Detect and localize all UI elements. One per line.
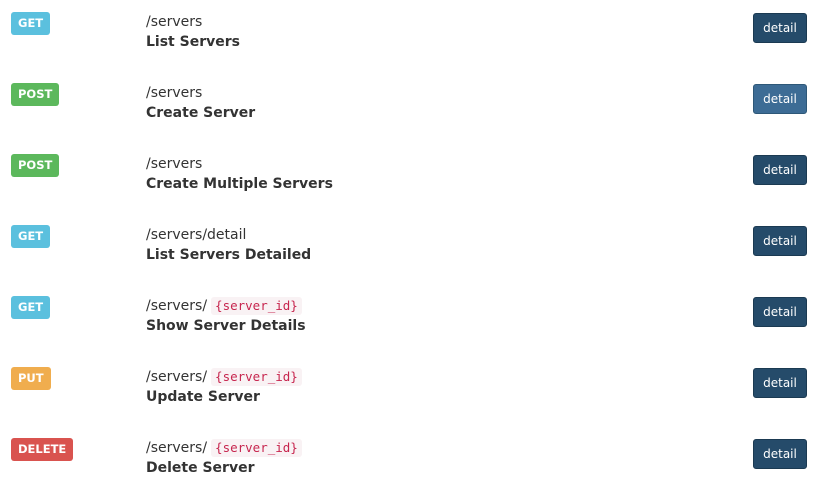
endpoint-title: Create Multiple Servers [146,176,333,192]
detail-button[interactable]: detail [753,13,807,43]
detail-button[interactable]: detail [753,226,807,256]
endpoint-path: /servers/{server_id} [146,297,302,315]
endpoint-list: GET /servers List Servers detail POST /s… [0,0,831,490]
endpoint-path: /servers [146,155,202,173]
endpoint-row: PUT /servers/{server_id} Update Server d… [0,355,831,426]
method-badge: PUT [11,367,51,390]
method-badge: DELETE [11,438,74,461]
endpoint-title: Delete Server [146,460,255,476]
endpoint-row: GET /servers List Servers detail [0,0,831,71]
path-text: /servers/ [146,369,208,385]
endpoint-title: Show Server Details [146,318,306,334]
detail-button[interactable]: detail [753,368,807,398]
endpoint-row: POST /servers Create Server detail [0,71,831,142]
detail-button[interactable]: detail [753,155,807,185]
path-text: /servers [146,156,203,172]
endpoint-row: POST /servers Create Multiple Servers de… [0,142,831,213]
path-param: {server_id} [211,439,302,457]
endpoint-row: GET /servers/{server_id} Show Server Det… [0,284,831,355]
path-text: /servers [146,85,203,101]
endpoint-title: Create Server [146,105,256,121]
endpoint-path: /servers [146,84,202,102]
endpoint-row: GET /servers/detail List Servers Detaile… [0,213,831,284]
path-text: /servers/ [146,298,208,314]
path-param: {server_id} [211,297,302,315]
endpoint-title: List Servers Detailed [146,247,312,263]
method-badge: POST [11,154,60,177]
method-badge: GET [11,225,51,248]
endpoint-title: List Servers [146,34,240,50]
endpoint-path: /servers [146,13,202,31]
detail-button[interactable]: detail [753,439,807,469]
path-text: /servers/ [146,440,208,456]
method-badge: GET [11,296,51,319]
path-text: /servers [146,14,203,30]
endpoint-path: /servers/{server_id} [146,439,302,457]
detail-button[interactable]: detail [753,84,807,114]
endpoint-row: DELETE /servers/{server_id} Delete Serve… [0,426,831,497]
detail-button[interactable]: detail [753,297,807,327]
endpoint-title: Update Server [146,389,260,405]
path-param: {server_id} [211,368,302,386]
method-badge: GET [11,12,51,35]
path-text: /servers/detail [146,227,247,243]
endpoint-path: /servers/{server_id} [146,368,302,386]
endpoint-path: /servers/detail [146,226,246,244]
method-badge: POST [11,83,60,106]
